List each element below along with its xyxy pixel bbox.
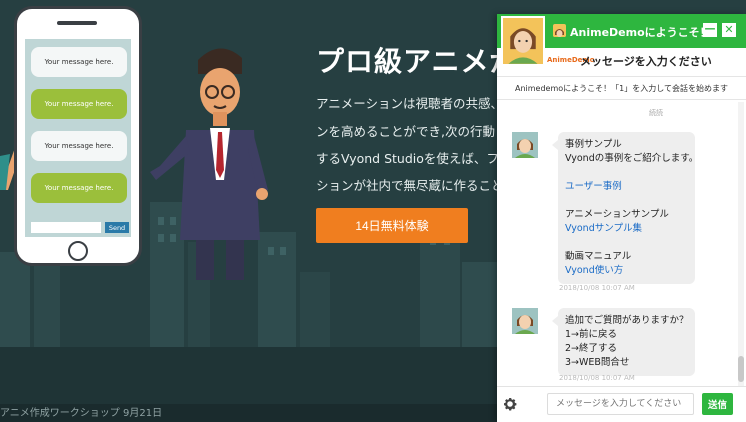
message-text: 追加でご質問がありますか？ bbox=[565, 315, 689, 326]
message-spacer bbox=[565, 194, 688, 208]
welcome-notice: Animedemoにようこそ！「1」を入力して会話を始めます bbox=[497, 76, 746, 100]
hero-text-line: ションが社内で無尽蔵に作ること bbox=[316, 178, 504, 193]
scrollbar-thumb[interactable] bbox=[738, 356, 744, 382]
chat-footer: 送信 bbox=[497, 386, 746, 422]
bot-mini-avatar bbox=[553, 24, 566, 37]
gear-icon[interactable] bbox=[502, 396, 518, 412]
phone-speaker bbox=[57, 21, 97, 25]
phone-message-bubble: Your message here. bbox=[31, 131, 127, 161]
message-link[interactable]: ユーザー事例 bbox=[565, 180, 688, 194]
hero-heading: プロ級アニメが bbox=[316, 45, 519, 78]
bot-mini-avatar-icon bbox=[553, 26, 566, 37]
message-link[interactable]: Vyond使い方 bbox=[565, 264, 688, 278]
send-button[interactable]: 送信 bbox=[702, 393, 733, 415]
phone-illustration: Your message here. Your message here. Yo… bbox=[14, 6, 142, 266]
phone-send-illustration: Send bbox=[105, 222, 129, 233]
hero-text-line: するVyond Studioを使えば、フ bbox=[316, 151, 499, 166]
chat-title: AnimeDemoにようこそ！ bbox=[570, 26, 711, 39]
hero-text-line: ンを高めることができ,次の行動 bbox=[316, 124, 495, 139]
message-input[interactable] bbox=[547, 393, 694, 415]
hero-text-line: アニメーションは視聴者の共感、 bbox=[316, 96, 504, 111]
phone-input-illustration bbox=[31, 222, 101, 233]
bot-message-avatar bbox=[512, 132, 538, 158]
chat-header: AnimeDemoにようこそ！ — ✕ AnimeDemo メッセージを入力くだ… bbox=[497, 14, 746, 76]
bot-face-icon bbox=[512, 308, 538, 334]
message-spacer bbox=[565, 236, 688, 250]
chat-subtitle: メッセージを入力ください bbox=[580, 55, 712, 68]
message-text: 2→終了する bbox=[565, 343, 618, 354]
bot-avatar-icon bbox=[503, 18, 543, 64]
message-text: 事例サンプル bbox=[565, 139, 622, 150]
free-trial-button[interactable]: 14日無料体験 bbox=[316, 208, 468, 243]
bot-face-icon bbox=[512, 132, 538, 158]
phone-screen: Your message here. Your message here. Yo… bbox=[25, 39, 131, 237]
phone-message-bubble: Your message here. bbox=[31, 173, 127, 203]
message-text: 1→前に戻る bbox=[565, 329, 618, 340]
bot-avatar bbox=[501, 16, 545, 66]
message-text: アニメーションサンプル bbox=[565, 209, 669, 220]
scrollbar-track[interactable] bbox=[738, 102, 744, 386]
phone-message-bubble: Your message here. bbox=[31, 89, 127, 119]
history-label[interactable]: 続読 bbox=[649, 108, 663, 118]
message-link[interactable]: Vyondサンプル集 bbox=[565, 222, 688, 236]
phone-message-bubble: Your message here. bbox=[31, 47, 127, 77]
message-text: 3→WEB問合せ bbox=[565, 357, 630, 368]
bot-message-bubble: 追加でご質問がありますか？ 1→前に戻る 2→終了する 3→WEB問合せ bbox=[552, 308, 695, 376]
message-timestamp: 2018/10/08 10:07 AM bbox=[559, 374, 635, 382]
message-spacer bbox=[565, 166, 688, 180]
message-timestamp: 2018/10/08 10:07 AM bbox=[559, 284, 635, 292]
bot-message-avatar bbox=[512, 308, 538, 334]
phone-home-button bbox=[68, 241, 88, 261]
message-text: 動画マニュアル bbox=[565, 251, 632, 262]
close-button[interactable]: ✕ bbox=[722, 23, 736, 37]
workshop-banner[interactable]: アニメ作成ワークショップ 9月21日 bbox=[0, 404, 162, 419]
bot-message-bubble: 事例サンプル Vyondの事例をご紹介します。 ユーザー事例 アニメーションサンプル V… bbox=[552, 132, 699, 284]
chat-widget: AnimeDemoにようこそ！ — ✕ AnimeDemo メッセージを入力くだ… bbox=[497, 14, 746, 422]
minimize-button[interactable]: — bbox=[703, 23, 717, 37]
message-text: Vyondの事例をご紹介します。 bbox=[565, 153, 699, 164]
businessman-illustration bbox=[150, 48, 268, 280]
